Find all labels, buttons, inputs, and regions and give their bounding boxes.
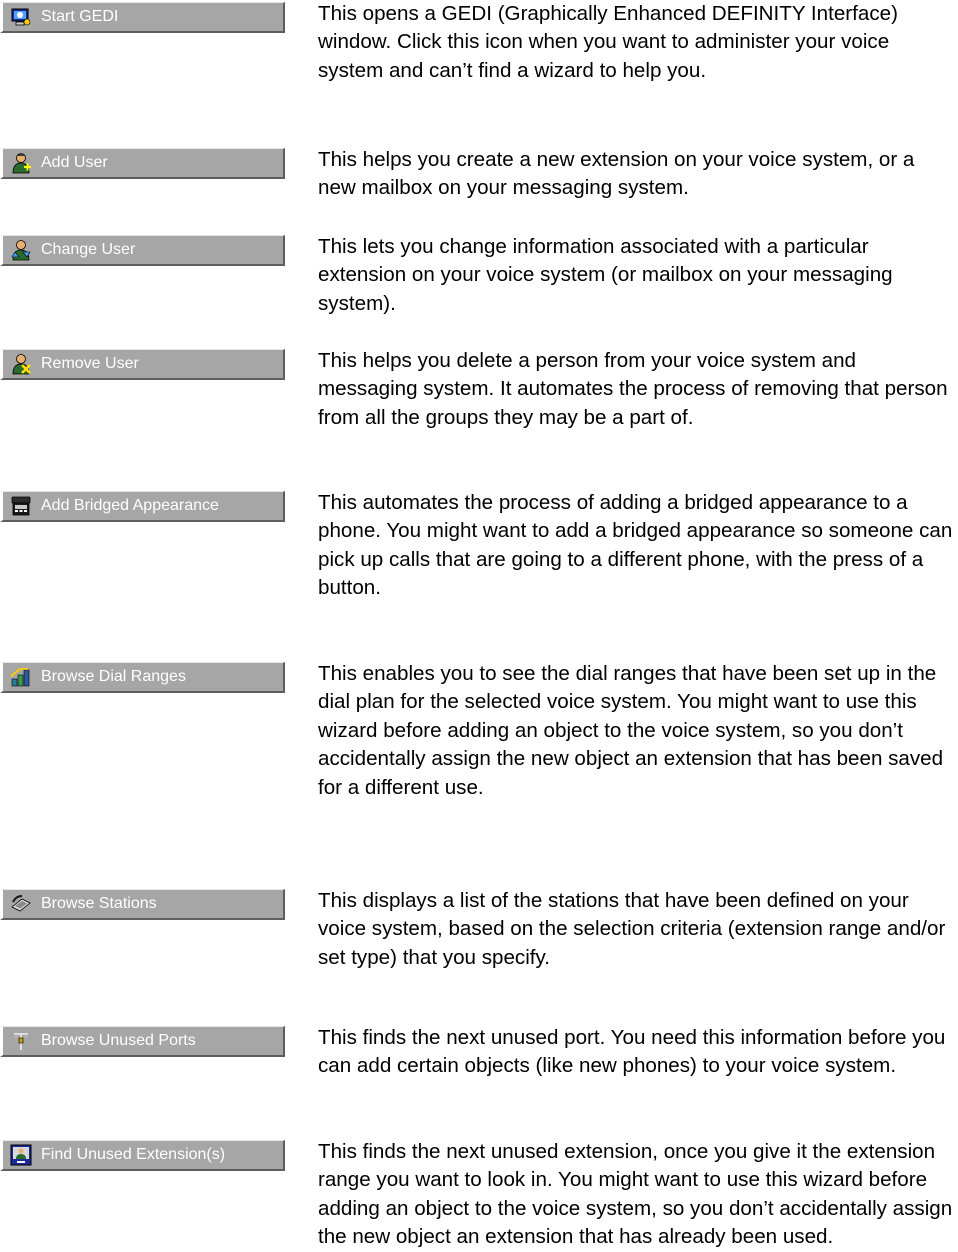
browse-unused-ports-description: This finds the next unused port. You nee… bbox=[318, 1026, 946, 1078]
phone-icon bbox=[11, 496, 31, 516]
browse-stations-button[interactable]: Browse Stations bbox=[0, 889, 285, 920]
change-user-description: This lets you change information associa… bbox=[318, 235, 893, 315]
port-connector-icon bbox=[14, 1033, 28, 1050]
start-gedi-button[interactable]: Start GEDI bbox=[0, 2, 285, 33]
start-gedi-label: Start GEDI bbox=[41, 8, 119, 25]
find-unused-extensions-label: Find Unused Extension(s) bbox=[41, 1146, 226, 1163]
find-unused-extensions-button[interactable]: Find Unused Extension(s) bbox=[0, 1140, 285, 1171]
browse-dial-ranges-button[interactable]: Browse Dial Ranges bbox=[0, 662, 285, 693]
gedi-window-icon bbox=[11, 8, 31, 26]
change-user-icon bbox=[11, 240, 31, 261]
add-bridged-appearance-label: Add Bridged Appearance bbox=[41, 497, 219, 514]
browse-stations-label: Browse Stations bbox=[41, 895, 157, 912]
stations-icon bbox=[11, 895, 31, 912]
remove-user-label: Remove User bbox=[41, 355, 139, 372]
browse-unused-ports-button[interactable]: Browse Unused Ports bbox=[0, 1026, 285, 1057]
remove-user-button[interactable]: Remove User bbox=[0, 349, 285, 380]
change-user-button[interactable]: Change User bbox=[0, 235, 285, 266]
browse-stations-description: This displays a list of the stations tha… bbox=[318, 889, 946, 969]
add-bridged-appearance-button[interactable]: Add Bridged Appearance bbox=[0, 491, 285, 522]
browse-unused-ports-label: Browse Unused Ports bbox=[41, 1032, 196, 1049]
add-user-button[interactable]: Add User bbox=[0, 148, 285, 179]
add-user-label: Add User bbox=[41, 154, 108, 171]
find-unused-extensions-description: This finds the next unused extension, on… bbox=[318, 1140, 953, 1249]
remove-user-description: This helps you delete a person from your… bbox=[318, 349, 948, 429]
monitor-user-icon bbox=[10, 1144, 32, 1166]
start-gedi-description: This opens a GEDI (Graphically Enhanced … bbox=[318, 2, 898, 82]
change-user-label: Change User bbox=[41, 241, 136, 258]
remove-user-icon bbox=[12, 354, 31, 375]
browse-dial-ranges-label: Browse Dial Ranges bbox=[41, 668, 186, 685]
add-bridged-appearance-description: This automates the process of adding a b… bbox=[318, 491, 953, 600]
add-user-description: This helps you create a new extension on… bbox=[318, 148, 915, 200]
dial-ranges-icon bbox=[10, 668, 30, 687]
browse-dial-ranges-description: This enables you to see the dial ranges … bbox=[318, 662, 944, 799]
add-user-icon bbox=[12, 153, 31, 174]
